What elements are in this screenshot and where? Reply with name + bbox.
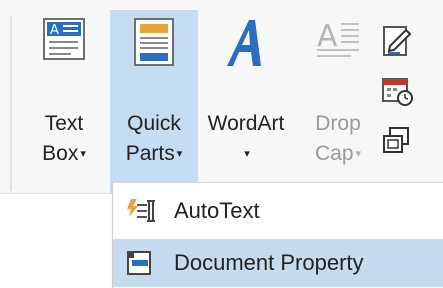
wordart-button[interactable]: WordArt ▾ bbox=[198, 10, 294, 193]
group-separator bbox=[10, 16, 12, 191]
text-box-label-line2-text: Box bbox=[42, 142, 79, 165]
quick-parts-menu: AutoText Document Property bbox=[112, 182, 443, 288]
document-property-icon bbox=[125, 250, 155, 281]
quick-parts-label-line1: Quick bbox=[127, 112, 181, 135]
wordart-label: WordArt bbox=[207, 112, 285, 135]
drop-cap-icon: A bbox=[315, 16, 361, 67]
menu-item-label: AutoText bbox=[174, 198, 260, 223]
text-box-icon: A bbox=[41, 16, 87, 67]
drop-cap-button[interactable]: A Drop Cap ▾ bbox=[300, 10, 376, 193]
svg-text:A: A bbox=[50, 23, 59, 38]
small-icon-stack bbox=[380, 24, 440, 174]
quick-parts-label-line2-text: Parts bbox=[125, 142, 175, 165]
drop-cap-label-line2: Cap ▾ bbox=[300, 141, 376, 167]
chevron-down-icon: ▾ bbox=[80, 148, 86, 160]
drop-cap-label-line1: Drop bbox=[315, 112, 361, 135]
wordart-caret: ▾ bbox=[198, 141, 294, 167]
chevron-down-icon: ▾ bbox=[244, 148, 250, 160]
wordart-icon bbox=[221, 16, 271, 77]
signature-line-icon[interactable] bbox=[380, 24, 414, 63]
date-time-icon[interactable] bbox=[380, 74, 414, 113]
menu-item-label: Document Property bbox=[174, 250, 364, 275]
text-box-label-line1: Text bbox=[44, 112, 84, 135]
drop-cap-label-line2-text: Cap bbox=[314, 142, 354, 165]
quick-parts-label-line2: Parts ▾ bbox=[110, 141, 198, 167]
chevron-down-icon: ▾ bbox=[355, 148, 362, 160]
menu-item-autotext[interactable]: AutoText bbox=[113, 187, 443, 235]
object-icon[interactable] bbox=[380, 124, 414, 163]
text-box-label-line2: Box ▾ bbox=[20, 141, 108, 167]
text-box-button[interactable]: A Text Box ▾ bbox=[20, 10, 108, 193]
quick-parts-icon bbox=[131, 16, 177, 73]
menu-item-document-property[interactable]: Document Property bbox=[113, 239, 443, 287]
svg-text:A: A bbox=[317, 19, 338, 54]
autotext-icon bbox=[125, 197, 159, 230]
quick-parts-button[interactable]: Quick Parts ▾ bbox=[110, 10, 198, 193]
chevron-down-icon: ▾ bbox=[176, 148, 183, 160]
